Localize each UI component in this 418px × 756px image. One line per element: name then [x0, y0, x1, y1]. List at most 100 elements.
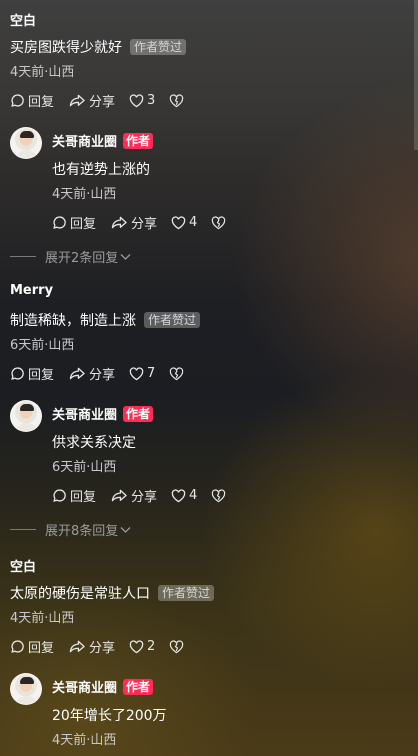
reply-name-row: 关哥商业圈 作者 [52, 404, 154, 423]
reply-name-row: 关哥商业圈 作者 [52, 677, 154, 696]
reply-text[interactable]: 20年增长了200万 [52, 705, 167, 725]
divider [10, 256, 36, 257]
author-liked-badge: 作者赞过 [130, 39, 187, 55]
comment-actions: 回复 分享 3 [10, 91, 201, 110]
scrollbar[interactable] [414, 0, 418, 150]
reply-name-row: 关哥商业圈 作者 [52, 131, 154, 150]
heart-icon [129, 639, 144, 653]
like-button[interactable]: 3 [129, 93, 155, 108]
reply-label: 回复 [28, 641, 55, 656]
expand-label: 展开8条回复 [45, 524, 119, 539]
reply-username[interactable]: 关哥商业圈 [52, 677, 117, 696]
heart-icon [129, 93, 144, 107]
share-label: 分享 [89, 641, 116, 656]
heart-icon [129, 366, 144, 380]
share-button[interactable]: 分享 [68, 637, 115, 656]
broken-heart-icon [170, 93, 184, 107]
reply-actions: 回复 分享 4 [52, 213, 243, 232]
reply-text[interactable]: 也有逆势上涨的 [52, 159, 150, 179]
reply-button[interactable]: 回复 [10, 91, 54, 110]
expand-replies-button[interactable]: 展开2条回复 [10, 247, 131, 266]
reply-label: 回复 [28, 95, 55, 110]
comment-actions: 回复 分享 2 [10, 637, 201, 656]
reply-button[interactable]: 回复 [10, 637, 54, 656]
reply-label: 回复 [70, 490, 97, 505]
dislike-button[interactable] [211, 488, 229, 503]
reply-meta: 6天前·山西 [52, 460, 117, 475]
author-tag: 作者 [123, 132, 154, 149]
reply-button[interactable]: 回复 [52, 213, 96, 232]
reply-actions: 回复 分享 4 [52, 486, 243, 505]
like-button[interactable]: 2 [129, 639, 155, 654]
share-arrow-icon [69, 94, 85, 107]
share-label: 分享 [89, 95, 116, 110]
comment-bubble-icon [11, 640, 24, 653]
author-liked-badge: 作者赞过 [144, 312, 201, 328]
comment-bubble-icon [53, 216, 66, 229]
avatar[interactable] [10, 400, 42, 432]
like-count: 7 [147, 366, 156, 381]
comment-actions: 回复 分享 7 [10, 364, 201, 383]
share-arrow-icon [69, 640, 85, 653]
reply-label: 回复 [28, 368, 55, 383]
comment-bubble-icon [11, 367, 24, 380]
reply-label: 回复 [70, 217, 97, 232]
reply-username[interactable]: 关哥商业圈 [52, 131, 117, 150]
broken-heart-icon [170, 639, 184, 653]
dislike-button[interactable] [169, 93, 187, 108]
like-count: 4 [189, 215, 198, 230]
like-button[interactable]: 4 [171, 488, 197, 503]
chevron-down-icon [120, 526, 131, 533]
comment-text-row: 太原的硬伤是常驻人口 作者赞过 [10, 583, 215, 603]
heart-icon [171, 215, 186, 229]
dislike-button[interactable] [169, 366, 187, 381]
share-arrow-icon [111, 489, 127, 502]
share-arrow-icon [111, 216, 127, 229]
reply-meta: 4天前·山西 [52, 733, 117, 748]
broken-heart-icon [212, 215, 226, 229]
comment-username[interactable]: 空白 [10, 10, 36, 29]
reply-button[interactable]: 回复 [52, 486, 96, 505]
comment-bubble-icon [53, 489, 66, 502]
like-button[interactable]: 4 [171, 215, 197, 230]
like-count: 4 [189, 488, 198, 503]
comment-text[interactable]: 太原的硬伤是常驻人口 [10, 583, 150, 603]
divider [10, 529, 36, 530]
share-button[interactable]: 分享 [68, 91, 115, 110]
comment-text[interactable]: 买房图跌得少就好 [10, 37, 122, 57]
comment-text[interactable]: 制造稀缺，制造上涨 [10, 310, 136, 330]
like-count: 2 [147, 639, 156, 654]
comment-username[interactable]: 空白 [10, 556, 36, 575]
share-button[interactable]: 分享 [110, 213, 157, 232]
like-count: 3 [147, 93, 156, 108]
share-label: 分享 [89, 368, 116, 383]
comment-bubble-icon [11, 94, 24, 107]
author-tag: 作者 [123, 678, 154, 695]
chevron-down-icon [120, 253, 131, 260]
comment-meta: 4天前·山西 [10, 65, 75, 80]
reply-meta: 4天前·山西 [52, 187, 117, 202]
dislike-button[interactable] [211, 215, 229, 230]
share-arrow-icon [69, 367, 85, 380]
comment-text-row: 制造稀缺，制造上涨 作者赞过 [10, 310, 201, 330]
reply-username[interactable]: 关哥商业圈 [52, 404, 117, 423]
reply-button[interactable]: 回复 [10, 364, 54, 383]
share-button[interactable]: 分享 [68, 364, 115, 383]
author-tag: 作者 [123, 405, 154, 422]
comment-text-row: 买房图跌得少就好 作者赞过 [10, 37, 187, 57]
broken-heart-icon [212, 488, 226, 502]
like-button[interactable]: 7 [129, 366, 155, 381]
avatar[interactable] [10, 127, 42, 159]
expand-label: 展开2条回复 [45, 251, 119, 266]
comment-username[interactable]: Merry [10, 283, 53, 298]
avatar[interactable] [10, 673, 42, 705]
share-button[interactable]: 分享 [110, 486, 157, 505]
expand-replies-button[interactable]: 展开8条回复 [10, 520, 131, 539]
share-label: 分享 [131, 217, 158, 232]
heart-icon [171, 488, 186, 502]
author-liked-badge: 作者赞过 [158, 585, 215, 601]
comment-meta: 4天前·山西 [10, 611, 75, 626]
dislike-button[interactable] [169, 639, 187, 654]
reply-text[interactable]: 供求关系决定 [52, 432, 136, 452]
broken-heart-icon [170, 366, 184, 380]
